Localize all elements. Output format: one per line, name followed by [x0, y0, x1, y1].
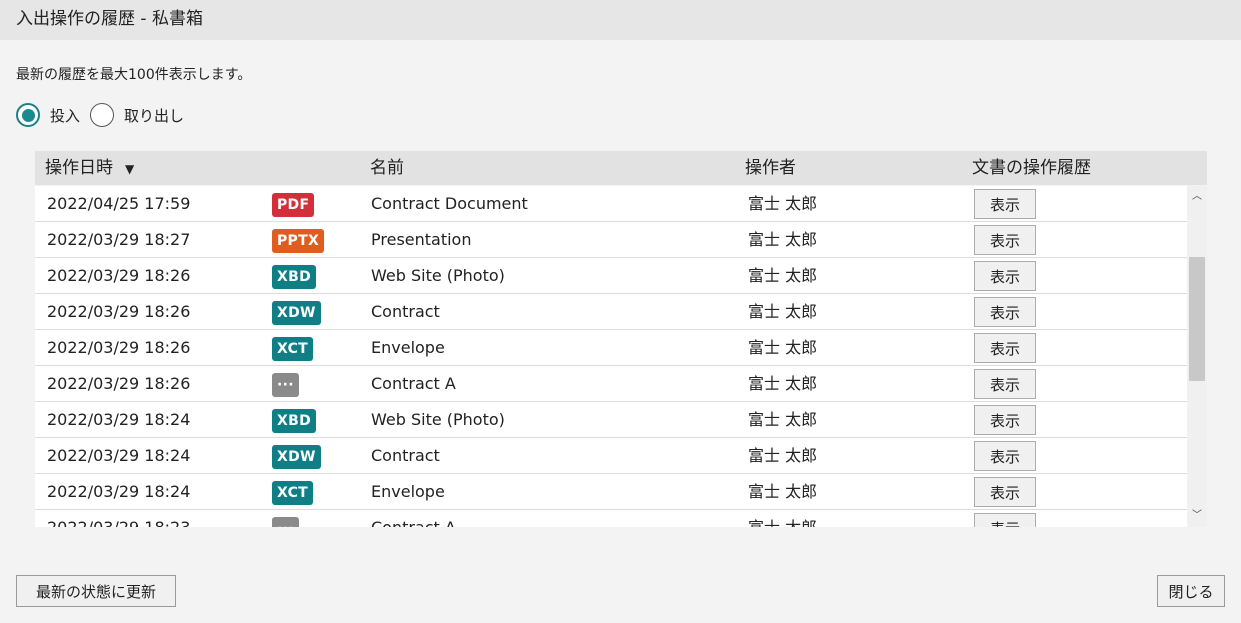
column-header-date-label: 操作日時 — [45, 158, 113, 178]
sort-descending-icon: ▼ — [125, 162, 135, 176]
column-header-date[interactable]: 操作日時 ▼ — [45, 151, 134, 186]
row-name: Contract — [371, 302, 440, 321]
table-row[interactable]: 2022/03/29 18:23 ··· Contract A 富士 太郎 表示 — [35, 510, 1187, 527]
scroll-up-icon[interactable]: ︿ — [1187, 188, 1207, 206]
row-name: Web Site (Photo) — [371, 410, 505, 429]
file-type-icon: ··· — [272, 516, 299, 527]
table-row[interactable]: 2022/03/29 18:26 XDW Contract 富士 太郎 表示 — [35, 294, 1187, 330]
show-history-button[interactable]: 表示 — [974, 261, 1036, 291]
row-operator: 富士 太郎 — [748, 410, 818, 429]
file-type-icon: ··· — [272, 372, 299, 397]
row-name: Envelope — [371, 482, 445, 501]
table-row[interactable]: 2022/03/29 18:26 XCT Envelope 富士 太郎 表示 — [35, 330, 1187, 366]
file-type-badge: XDW — [272, 301, 321, 325]
row-date: 2022/03/29 18:26 — [47, 302, 191, 321]
table-row[interactable]: 2022/04/25 17:59 PDF Contract Document 富士 太… — [35, 186, 1187, 222]
row-name: Web Site (Photo) — [371, 266, 505, 285]
description-text: 最新の履歴を最大100件表示します。 — [16, 67, 252, 83]
radio-insert[interactable]: 投入 — [16, 103, 80, 127]
refresh-button[interactable]: 最新の状態に更新 — [16, 575, 176, 607]
show-history-button[interactable]: 表示 — [974, 189, 1036, 219]
table-row[interactable]: 2022/03/29 18:26 ··· Contract A 富士 太郎 表示 — [35, 366, 1187, 402]
row-date: 2022/03/29 18:26 — [47, 374, 191, 393]
show-history-button[interactable]: 表示 — [974, 333, 1036, 363]
table-row[interactable]: 2022/03/29 18:27 PPTX Presentation 富士 太郎 表示 — [35, 222, 1187, 258]
row-operator: 富士 太郎 — [748, 510, 817, 527]
file-type-icon: XBD — [272, 408, 316, 433]
file-type-badge: XDW — [272, 445, 321, 469]
row-operator: 富士 太郎 — [748, 266, 818, 285]
file-type-icon: PDF — [272, 192, 315, 217]
row-operator: 富士 太郎 — [748, 482, 818, 501]
row-operator: 富士 太郎 — [748, 338, 818, 357]
file-type-icon: XCT — [272, 480, 314, 505]
row-operator: 富士 太郎 — [748, 374, 818, 393]
show-history-button[interactable]: 表示 — [974, 405, 1036, 435]
column-header-name[interactable]: 名前 — [370, 151, 404, 185]
show-history-button[interactable]: 表示 — [974, 441, 1036, 471]
column-header-operator[interactable]: 操作者 — [745, 151, 796, 185]
row-operator: 富士 太郎 — [748, 302, 818, 321]
row-date: 2022/04/25 17:59 — [47, 194, 191, 213]
file-type-badge: XCT — [272, 481, 314, 505]
table-header: 操作日時 ▼ 名前 操作者 文書の操作履歴 — [35, 151, 1207, 185]
show-history-button[interactable]: 表示 — [974, 225, 1036, 255]
history-table: 操作日時 ▼ 名前 操作者 文書の操作履歴 2022/04/25 17:59 PDF… — [35, 151, 1207, 527]
file-type-badge: PDF — [272, 193, 315, 217]
row-name: Contract A — [371, 510, 456, 527]
scrollbar-thumb[interactable] — [1189, 257, 1205, 381]
radio-insert-label: 投入 — [50, 106, 81, 125]
file-type-badge: XCT — [272, 337, 314, 361]
table-row[interactable]: 2022/03/29 18:24 XDW Contract 富士 太郎 表示 — [35, 438, 1187, 474]
file-type-icon: PPTX — [272, 228, 325, 253]
file-type-icon: XBD — [272, 264, 316, 289]
file-type-icon: XDW — [272, 444, 321, 469]
file-type-badge: ··· — [272, 373, 299, 397]
close-button[interactable]: 閉じる — [1157, 575, 1225, 607]
show-history-button[interactable]: 表示 — [974, 369, 1036, 399]
file-type-badge: PPTX — [272, 229, 325, 253]
radio-takeout[interactable]: 取り出し — [90, 103, 184, 127]
vertical-scrollbar[interactable]: ︿ ﹀ — [1187, 186, 1207, 527]
radio-unselected-icon — [90, 103, 115, 127]
row-name: Presentation — [371, 230, 472, 249]
row-date: 2022/03/29 18:23 — [47, 510, 190, 527]
file-type-icon: XDW — [272, 300, 321, 325]
row-name: Contract A — [371, 374, 456, 393]
row-operator: 富士 太郎 — [748, 230, 818, 249]
show-history-button[interactable]: 表示 — [974, 513, 1036, 527]
row-date: 2022/03/29 18:27 — [47, 230, 191, 249]
row-operator: 富士 太郎 — [748, 446, 818, 465]
table-row[interactable]: 2022/03/29 18:24 XBD Web Site (Photo) 富士 太郎… — [35, 402, 1187, 438]
row-date: 2022/03/29 18:24 — [47, 410, 191, 429]
row-date: 2022/03/29 18:26 — [47, 266, 191, 285]
table-body: 2022/04/25 17:59 PDF Contract Document 富士 太… — [35, 186, 1187, 527]
show-history-button[interactable]: 表示 — [974, 477, 1036, 507]
row-name: Contract — [371, 446, 440, 465]
file-type-badge: ··· — [272, 517, 299, 527]
radio-selected-icon — [16, 103, 40, 127]
filter-radio-group: 投入 取り出し — [16, 102, 194, 128]
window-title: 入出操作の履歴 - 私書箱 — [0, 0, 1241, 40]
file-type-badge: XBD — [272, 409, 316, 433]
column-header-history[interactable]: 文書の操作履歴 — [972, 151, 1091, 185]
row-name: Envelope — [371, 338, 445, 357]
row-date: 2022/03/29 18:24 — [47, 482, 191, 501]
radio-takeout-label: 取り出し — [124, 106, 185, 125]
row-operator: 富士 太郎 — [748, 194, 818, 213]
file-type-badge: XBD — [272, 265, 316, 289]
row-date: 2022/03/29 18:26 — [47, 338, 191, 357]
table-row[interactable]: 2022/03/29 18:26 XBD Web Site (Photo) 富士 太郎… — [35, 258, 1187, 294]
row-date: 2022/03/29 18:24 — [47, 446, 191, 465]
table-row[interactable]: 2022/03/29 18:24 XCT Envelope 富士 太郎 表示 — [35, 474, 1187, 510]
file-type-icon: XCT — [272, 336, 314, 361]
scroll-down-icon[interactable]: ﹀ — [1187, 507, 1207, 525]
show-history-button[interactable]: 表示 — [974, 297, 1036, 327]
row-name: Contract Document — [371, 194, 528, 213]
